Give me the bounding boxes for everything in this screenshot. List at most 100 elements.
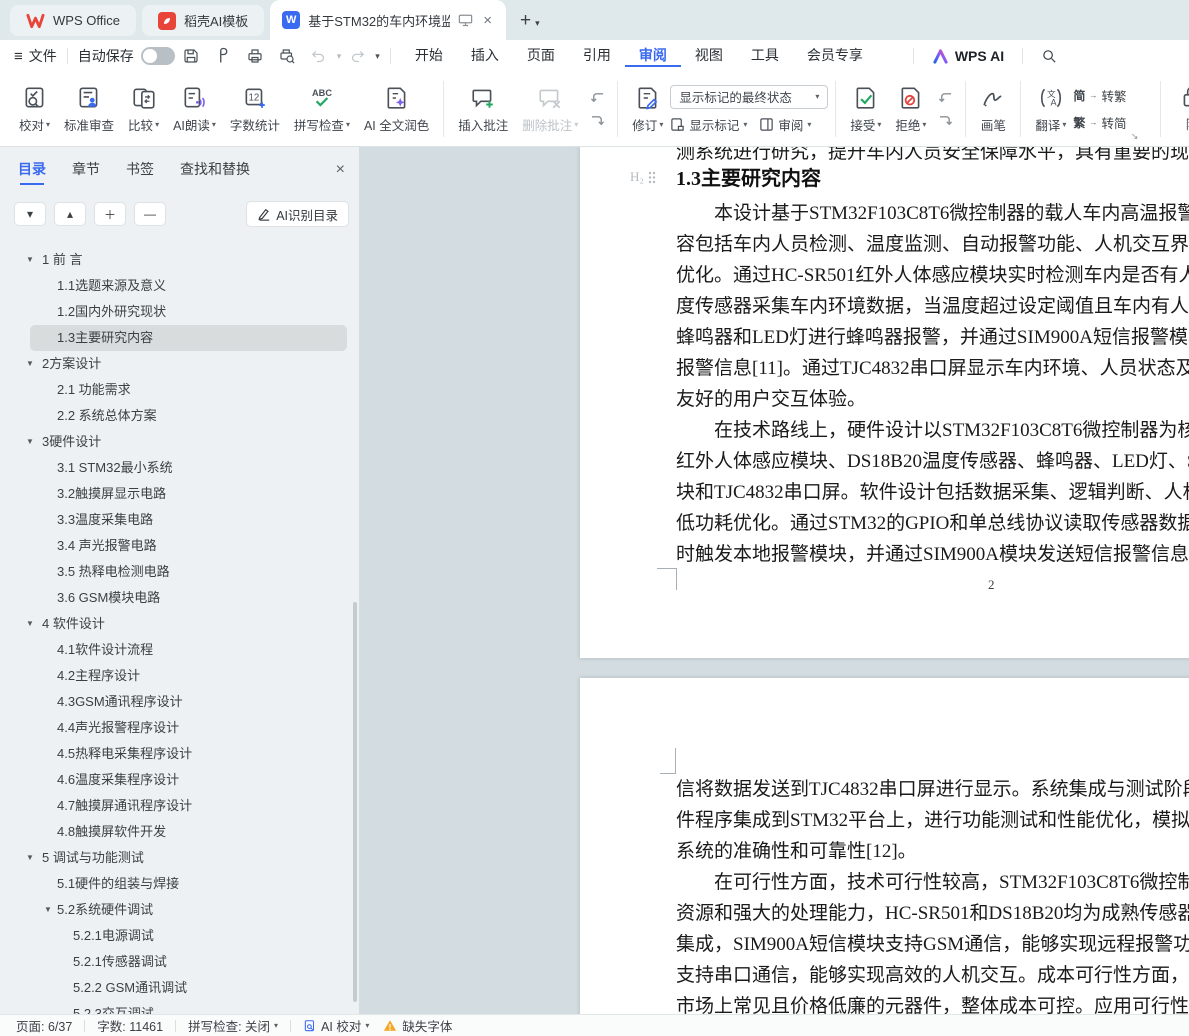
text-line[interactable]: 度传感器采集车内环境数据，当温度超过设定阈值且车内有人时，系统 bbox=[676, 291, 1189, 322]
toolbar-chevron-icon[interactable]: ▾ bbox=[375, 51, 380, 62]
outline-item[interactable]: ▼ 4 软件设计 bbox=[0, 611, 353, 637]
text-line[interactable]: 集成，SIM900A短信模块支持GSM通信，能够实现远程报警功能，TJC48 bbox=[676, 929, 1189, 960]
text-line[interactable]: 在技术路线上，硬件设计以STM32F103C8T6微控制器为核心，集成 bbox=[676, 415, 1189, 446]
outline-item[interactable]: ▼ 5 调试与功能测试 bbox=[0, 845, 353, 871]
previous-comment-icon[interactable] bbox=[590, 91, 605, 104]
spell-check-button[interactable]: ABC 拼写检查▾ bbox=[287, 82, 357, 137]
sidebar-tab[interactable]: 查找和替换 bbox=[180, 159, 250, 185]
text-line[interactable]: 容包括车内人员检测、温度监测、自动报警功能、人机交互界面以及系 bbox=[676, 229, 1189, 260]
outline-item[interactable]: ▼ 4.7触摸屏通讯程序设计 bbox=[0, 793, 353, 819]
text-line[interactable]: 报警信息[11]。通过TJC4832串口屏显示车内环境、人员状态及系统运行状 bbox=[676, 353, 1189, 384]
text-line[interactable]: 时触发本地报警模块，并通过SIM900A模块发送短信报警信息，同时通 bbox=[676, 539, 1189, 570]
outline-item[interactable]: ▼ 2方案设计 bbox=[0, 351, 353, 377]
section-heading[interactable]: 1.3主要研究内容 bbox=[676, 162, 821, 191]
document-page-1[interactable]: 测系统进行研究，提升车内人员安全保障水平，具有重要的现实意义。 H₂ 1.3主要… bbox=[580, 147, 1189, 658]
menu-item[interactable]: 开始 bbox=[401, 45, 457, 67]
text-line[interactable]: 资源和强大的处理能力，HC-SR501和DS18B20均为成熟传感器，技术稳 bbox=[676, 898, 1189, 929]
outline-item[interactable]: ▼ 5.1硬件的组装与焊接 bbox=[0, 871, 353, 897]
promote-button[interactable]: ＋ bbox=[94, 202, 126, 226]
text-line[interactable]: 本设计基于STM32F103C8T6微控制器的载人车内高温报警系统，主 bbox=[676, 198, 1189, 229]
close-tab-icon[interactable]: × bbox=[481, 12, 494, 29]
undo-icon[interactable] bbox=[308, 45, 330, 67]
collapse-arrow-icon[interactable]: ▼ bbox=[26, 351, 34, 377]
undo-chevron-icon[interactable]: ▾ bbox=[337, 51, 342, 62]
text-line[interactable]: 支持串口通信，能够实现高效的人机交互。成本可行性方面，所选硬件 bbox=[676, 960, 1189, 991]
text-line[interactable]: 信将数据发送到TJC4832串口屏进行显示。系统集成与测试阶段，将硬件 bbox=[676, 774, 1189, 805]
collapse-arrow-icon[interactable]: ▼ bbox=[26, 429, 34, 455]
drag-handle-icon[interactable] bbox=[648, 171, 656, 184]
insert-comment-button[interactable]: 插入批注 bbox=[451, 82, 515, 137]
outline-item[interactable]: ▼ 3.1 STM32最小系统 bbox=[0, 455, 353, 481]
group-expand-icon[interactable]: ↘ bbox=[1131, 131, 1139, 142]
tab-list-chevron-icon[interactable]: ▾ bbox=[535, 18, 540, 29]
text-line[interactable]: 在可行性方面，技术可行性较高，STM32F103C8T6微控制器具有丰 bbox=[676, 867, 1189, 898]
page-indicator[interactable]: 页面: 6/37 bbox=[16, 1016, 72, 1035]
outline-item[interactable]: ▼ 2.2 系统总体方案 bbox=[0, 403, 353, 429]
menu-item[interactable]: 页面 bbox=[513, 45, 569, 67]
sidebar-tab[interactable]: 章节 bbox=[72, 159, 100, 185]
clipped-text-line[interactable]: 测系统进行研究，提升车内人员安全保障水平，具有重要的现实意义。 bbox=[676, 147, 1189, 160]
outline-item[interactable]: ▼ 5.2.1传感器调试 bbox=[0, 949, 353, 975]
export-pdf-icon[interactable] bbox=[212, 45, 234, 67]
screen-share-icon[interactable] bbox=[458, 13, 473, 27]
text-line[interactable]: 蜂鸣器和LED灯进行蜂鸣器报警，并通过SIM900A短信报警模块向用户 bbox=[676, 322, 1189, 353]
menu-item[interactable]: 工具 bbox=[737, 45, 793, 67]
outline-item[interactable]: ▼ 4.4声光报警程序设计 bbox=[0, 715, 353, 741]
word-count-button[interactable]: 12 字数统计 bbox=[223, 82, 287, 137]
track-changes-button[interactable]: 修订▾ bbox=[625, 82, 670, 137]
collapse-all-button[interactable]: ▾ bbox=[14, 202, 46, 226]
previous-change-icon[interactable] bbox=[938, 91, 953, 104]
outline-item[interactable]: ▼ 1.2国内外研究现状 bbox=[0, 299, 353, 325]
text-line[interactable]: 件程序集成到STM32平台上，进行功能测试和性能优化，模拟车内高温 bbox=[676, 805, 1189, 836]
print-preview-icon[interactable] bbox=[276, 45, 298, 67]
next-change-icon[interactable] bbox=[938, 114, 953, 127]
expand-all-button[interactable]: ▴ bbox=[54, 202, 86, 226]
outline-item[interactable]: ▼ 4.8触摸屏软件开发 bbox=[0, 819, 353, 845]
word-count-indicator[interactable]: 字数: 11461 bbox=[97, 1016, 163, 1035]
outline-item[interactable]: ▼ 3.6 GSM模块电路 bbox=[0, 585, 353, 611]
traditional-to-simplified-button[interactable]: 繁→ 转简 bbox=[1073, 113, 1126, 132]
outline-item[interactable]: ▼ 4.3GSM通讯程序设计 bbox=[0, 689, 353, 715]
collapse-arrow-icon[interactable]: ▼ bbox=[26, 611, 34, 637]
simplified-to-traditional-button[interactable]: 简→ 转繁 bbox=[1073, 86, 1126, 105]
ai-polish-button[interactable]: AI 全文润色 bbox=[357, 82, 436, 137]
save-icon[interactable] bbox=[180, 45, 202, 67]
outline-item[interactable]: ▼ 3.4 声光报警电路 bbox=[0, 533, 353, 559]
ink-brush-button[interactable]: 画笔 bbox=[973, 82, 1013, 137]
outline-item[interactable]: ▼ 3.2触摸屏显示电路 bbox=[0, 481, 353, 507]
reject-change-button[interactable]: 拒绝▾ bbox=[888, 82, 933, 137]
hamburger-icon[interactable]: ≡ bbox=[14, 48, 23, 65]
file-menu[interactable]: 文件 bbox=[29, 46, 57, 66]
sidebar-scrollbar[interactable] bbox=[353, 602, 357, 1002]
translate-button[interactable]: 文A 翻译▾ bbox=[1028, 82, 1073, 137]
proofread-button[interactable]: 校对▾ bbox=[12, 82, 57, 137]
outline-item[interactable]: ▼ 2.1 功能需求 bbox=[0, 377, 353, 403]
heading-level-marker[interactable]: H₂ bbox=[630, 169, 656, 185]
wps-ai-button[interactable]: WPS AI bbox=[924, 48, 1012, 64]
ai-recognize-toc-button[interactable]: AI识别目录 bbox=[246, 201, 349, 227]
print-icon[interactable] bbox=[244, 45, 266, 67]
new-tab-button[interactable]: + bbox=[520, 10, 531, 32]
close-sidebar-icon[interactable]: × bbox=[336, 161, 345, 179]
outline-item[interactable]: ▼ 3.5 热释电检测电路 bbox=[0, 559, 353, 585]
menu-item[interactable]: 引用 bbox=[569, 45, 625, 67]
compare-button[interactable]: 比较▾ bbox=[121, 82, 166, 137]
outline-item[interactable]: ▼ 3硬件设计 bbox=[0, 429, 353, 455]
demote-button[interactable]: — bbox=[134, 202, 166, 226]
outline-item[interactable]: ▼ 1 前 言 bbox=[0, 247, 353, 273]
menu-item[interactable]: 视图 bbox=[681, 45, 737, 67]
standard-review-button[interactable]: 标准审查 bbox=[57, 82, 121, 137]
outline-item[interactable]: ▼ 5.2.2 GSM通讯调试 bbox=[0, 975, 353, 1001]
redo-icon[interactable] bbox=[346, 45, 368, 67]
accept-change-button[interactable]: 接受▾ bbox=[843, 82, 888, 137]
collapse-arrow-icon[interactable]: ▼ bbox=[26, 247, 34, 273]
ai-proof-status[interactable]: AI 校对▾ bbox=[303, 1016, 369, 1035]
outline-item[interactable]: ▼ 5.2.3交互调试 bbox=[0, 1001, 353, 1014]
menu-item[interactable]: 会员专享 bbox=[793, 45, 877, 67]
text-line[interactable]: 低功耗优化。通过STM32的GPIO和单总线协议读取传感器数据，当满足 bbox=[676, 508, 1189, 539]
outline-item[interactable]: ▼ 3.3温度采集电路 bbox=[0, 507, 353, 533]
restrict-edit-button[interactable]: 限 bbox=[1172, 81, 1189, 136]
sidebar-tab[interactable]: 书签 bbox=[126, 159, 154, 185]
collapse-arrow-icon[interactable]: ▼ bbox=[44, 897, 52, 923]
sidebar-tab[interactable]: 目录 bbox=[18, 159, 46, 185]
